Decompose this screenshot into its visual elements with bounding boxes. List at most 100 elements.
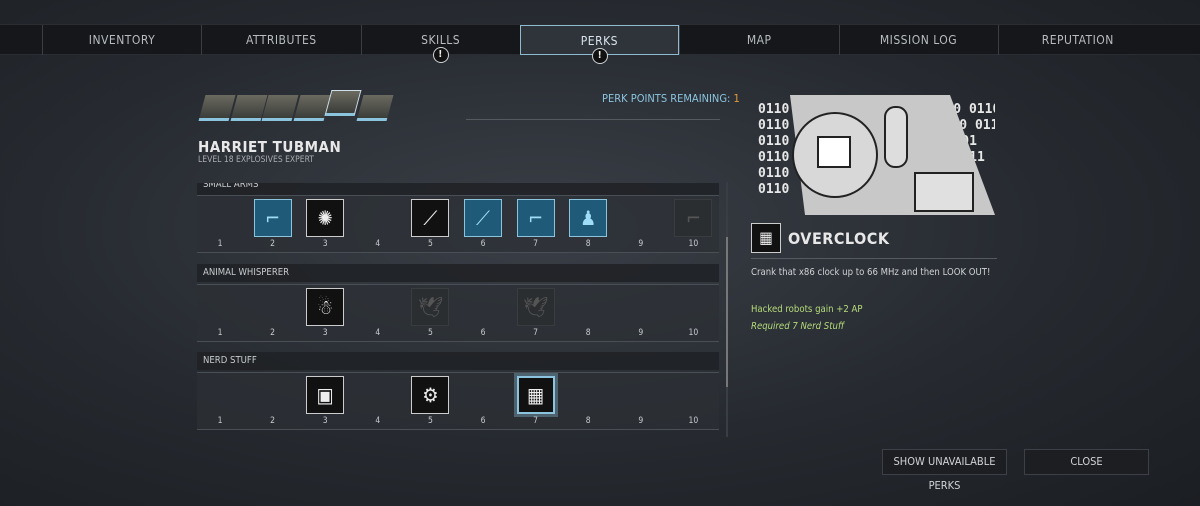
- tab-inventory[interactable]: INVENTORY: [42, 25, 201, 55]
- svg-text:0110: 0110: [758, 102, 789, 117]
- alert-icon: !: [591, 48, 608, 64]
- perk-points-value: 1: [733, 92, 740, 105]
- robot-icon: ⚙: [422, 383, 439, 407]
- perk-points-remaining: PERK POINTS REMAINING: 1: [602, 92, 740, 105]
- perk-level-number: 3: [322, 328, 328, 338]
- perk-level-number: 2: [270, 328, 276, 338]
- perk-level-number: 3: [322, 416, 328, 426]
- tab-label: REPUTATION: [1041, 33, 1114, 47]
- tab-skills[interactable]: SKILLS!: [360, 25, 520, 63]
- computer-icon: ▣: [316, 383, 334, 407]
- perk-level-number: 1: [217, 239, 223, 249]
- svg-text:0110: 0110: [758, 166, 789, 181]
- svg-text:0110: 0110: [758, 150, 789, 165]
- perk-level-number: 3: [322, 239, 328, 249]
- tab-perks[interactable]: PERKS!: [519, 25, 679, 64]
- tab-label: SKILLS: [421, 33, 461, 47]
- rifle-icon: ⟋: [423, 206, 438, 230]
- perk-slot[interactable]: ▣: [306, 376, 345, 414]
- tab-label: MISSION LOG: [879, 33, 958, 47]
- perk-slot[interactable]: ▦: [516, 376, 555, 414]
- perk-slot[interactable]: ✺: [306, 199, 345, 237]
- divider: [466, 119, 720, 120]
- perk-level-number: 4: [375, 239, 381, 249]
- perk-level-number: 10: [688, 328, 699, 338]
- perk-level-number: 6: [480, 328, 486, 338]
- squad-icon: ♟: [580, 206, 597, 230]
- perk-slot[interactable]: ⟋: [464, 199, 502, 237]
- character-portrait[interactable]: [324, 90, 362, 116]
- seal-icon: ☃: [317, 295, 334, 319]
- perk-level-number: 8: [585, 239, 591, 249]
- perk-level-number: 5: [427, 416, 433, 426]
- perk-tree-row: 1 2 3 4 5 6 7 8 9 10 ▣ ⚙ ▦: [197, 372, 719, 430]
- close-button[interactable]: CLOSE: [1024, 449, 1149, 475]
- gun-icon: ⌐: [685, 206, 701, 230]
- tab-mission-log[interactable]: MISSION LOG: [838, 25, 998, 55]
- character-name: HARRIET TUBMAN: [198, 138, 342, 156]
- perk-tree-row: 1 2 3 4 5 6 7 8 9 10 ☃ 🕊 🕊: [197, 284, 719, 342]
- character-portrait[interactable]: [356, 95, 393, 121]
- perk-level-number: 7: [533, 239, 539, 249]
- perk-slot[interactable]: ☃: [306, 288, 345, 326]
- perk-illustration: 0110 0110 0110 0110 0110 0110 00100 0110 00100…: [750, 95, 995, 215]
- perk-slot[interactable]: ♟: [569, 199, 608, 237]
- perk-tree-header: NERD STUFF: [197, 352, 719, 370]
- robot-illustration: 011001100110011001100110 00100 011000100…: [758, 95, 995, 215]
- tab-map[interactable]: MAP: [679, 25, 838, 55]
- perk-level-number: 8: [585, 328, 591, 338]
- perk-slot[interactable]: ⌐: [253, 199, 292, 237]
- svg-text:0110: 0110: [758, 134, 789, 149]
- bullet-icon: ✺: [317, 206, 333, 230]
- perk-slot[interactable]: ⌐: [516, 199, 555, 237]
- perk-level-number: 8: [585, 416, 591, 426]
- perk-effect: Hacked robots gain +2 AP: [751, 304, 863, 315]
- bird-icon: 🕊: [417, 295, 444, 319]
- perk-level-number: 4: [375, 416, 381, 426]
- perk-slot[interactable]: 🕊: [411, 288, 450, 326]
- tab-label: PERKS: [580, 34, 619, 48]
- perk-level-number: 10: [688, 416, 699, 426]
- pistol-icon: ⌐: [528, 206, 544, 230]
- perk-requirement: Required 7 Nerd Stuff: [751, 321, 845, 332]
- perk-level-number: 6: [480, 416, 486, 426]
- perk-level-number: 1: [217, 328, 223, 338]
- rifle-icon: ⟋: [476, 206, 490, 230]
- character-portrait[interactable]: [198, 95, 236, 121]
- perk-slot[interactable]: ⌐: [674, 199, 713, 237]
- chip-icon: ▦: [751, 223, 781, 253]
- character-subtitle: LEVEL 18 EXPLOSIVES EXPERT: [198, 155, 314, 165]
- perk-description: Crank that x86 clock up to 66 MHz and th…: [751, 267, 991, 278]
- svg-text:0110: 0110: [758, 182, 789, 197]
- tab-label: INVENTORY: [88, 33, 156, 47]
- tab-reputation[interactable]: REPUTATION: [997, 25, 1157, 55]
- perk-slot[interactable]: ⚙: [411, 376, 450, 414]
- character-portrait[interactable]: [261, 95, 299, 121]
- divider: [751, 258, 997, 259]
- perk-level-number: 9: [638, 239, 644, 249]
- perk-title: OVERCLOCK: [788, 229, 890, 248]
- perk-slot[interactable]: 🕊: [516, 288, 555, 326]
- chip-icon: ▦: [527, 383, 545, 407]
- perk-slot[interactable]: ⟋: [411, 199, 450, 237]
- tab-attributes[interactable]: ATTRIBUTES: [201, 25, 360, 55]
- perk-points-label: PERK POINTS REMAINING:: [602, 92, 731, 105]
- character-portrait[interactable]: [293, 95, 330, 121]
- perk-level-number: 5: [427, 328, 433, 338]
- perk-level-number: 4: [375, 328, 381, 338]
- show-unavailable-perks-button[interactable]: SHOW UNAVAILABLE PERKS: [882, 449, 1007, 492]
- perk-level-number: 7: [533, 416, 539, 426]
- perk-level-number: 1: [217, 416, 223, 426]
- alert-icon: !: [432, 47, 449, 63]
- perk-tree-row: 1 2 3 4 5 6 7 8 9 10 ⌐ ✺ ⟋ ⟋ ⌐ ♟ ⌐: [197, 195, 719, 253]
- perk-tree-header: SMALL ARMS: [197, 183, 719, 195]
- perk-tree-header: ANIMAL WHISPERER: [197, 264, 719, 282]
- perk-level-number: 9: [638, 328, 644, 338]
- scrollbar-thumb[interactable]: [726, 237, 728, 387]
- perk-level-number: 7: [533, 328, 539, 338]
- perk-level-number: 6: [480, 239, 486, 249]
- tab-bar: INVENTORY ATTRIBUTES SKILLS! PERKS! MAP MISSI…: [0, 24, 1200, 64]
- perk-level-number: 2: [270, 239, 276, 249]
- scrollbar[interactable]: [726, 182, 728, 437]
- tab-label: MAP: [746, 33, 772, 47]
